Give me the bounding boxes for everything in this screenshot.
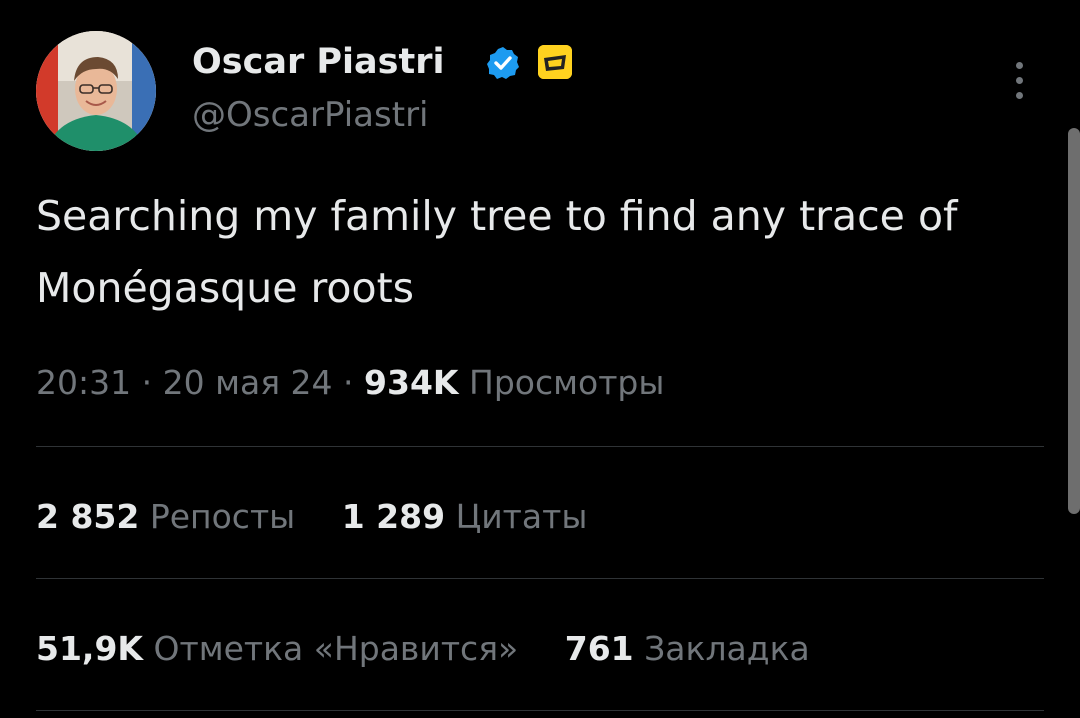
engagement-row-top: 2 852 Репосты 1 289 Цитаты [36,492,623,542]
author-handle[interactable]: @OscarPiastri [192,93,429,137]
meta-separator: · [141,363,153,402]
views-count: 934K [364,363,459,402]
likes-stat[interactable]: 51,9K Отметка «Нравится» [36,624,518,674]
reposts-stat[interactable]: 2 852 Репосты [36,492,295,542]
author-display-name[interactable]: Oscar Piastri [192,38,445,86]
tweet-time[interactable]: 20:31 [36,363,131,402]
quotes-label: Цитаты [455,497,588,536]
scrollbar[interactable] [1068,128,1080,514]
team-logo-icon [538,45,572,79]
avatar[interactable] [36,31,156,151]
tweet-text: Searching my family tree to find any tra… [36,192,958,312]
tweet-detail: Oscar Piastri @OscarPiastri Searching my… [0,0,1080,718]
avatar-photo [36,31,156,151]
meta-separator: · [343,363,354,402]
divider [36,710,1044,711]
bookmarks-label: Закладка [644,629,810,668]
likes-count: 51,9K [36,629,143,668]
quotes-count: 1 289 [341,497,446,536]
reposts-label: Репосты [149,497,296,536]
divider [36,446,1044,447]
divider [36,578,1044,579]
tweet-date[interactable]: 20 мая 24 [163,363,333,402]
team-badge-icon[interactable] [538,45,572,79]
views-label: Просмотры [469,363,665,402]
tweet-meta: 20:31 · 20 мая 24 · 934K Просмотры [36,358,664,408]
engagement-row-bottom: 51,9K Отметка «Нравится» 761 Закладка [36,624,846,674]
bookmarks-count: 761 [564,629,634,668]
bookmarks-stat[interactable]: 761 Закладка [565,624,810,674]
quotes-stat[interactable]: 1 289 Цитаты [342,492,588,542]
verified-badge-icon[interactable] [485,45,521,81]
reposts-count: 2 852 [36,497,140,536]
more-options-icon[interactable] [1005,60,1035,102]
likes-label: Отметка «Нравится» [153,629,519,668]
